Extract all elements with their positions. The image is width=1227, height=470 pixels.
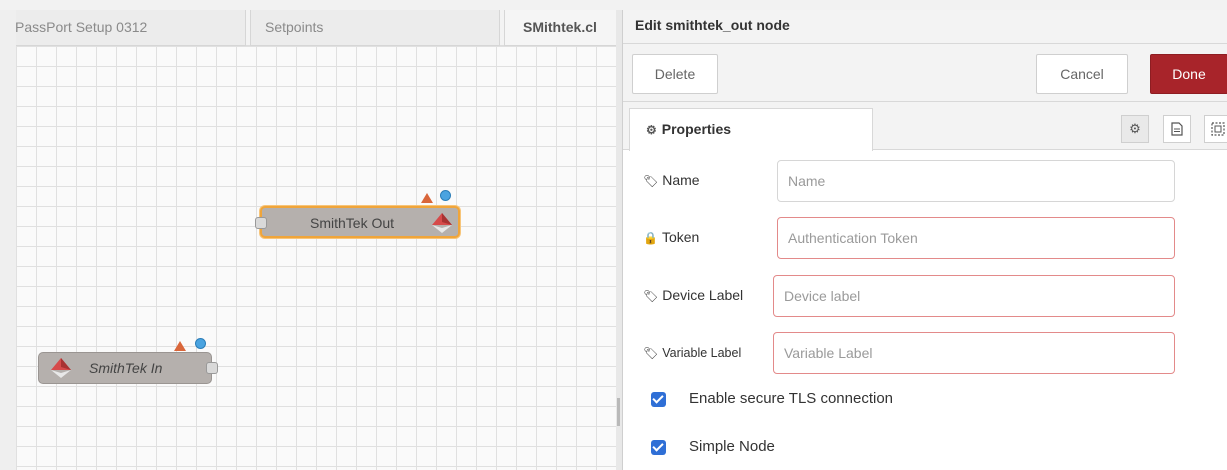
workspace-tab-setpoints[interactable]: Setpoints [250,10,500,46]
workspace-tab-bar: PassPort Setup 0312 Setpoints SMithtek.c… [16,10,616,46]
node-output-port[interactable] [206,362,218,374]
smithtek-logo-icon [51,358,71,378]
tab-properties[interactable]: ⚙ Properties [629,108,873,151]
workspace-tab-label: PassPort Setup 0312 [16,19,148,35]
tag-icon: 🏷 [643,174,659,188]
device-label-label: 🏷 Device Label [643,287,743,303]
token-label: 🔒 Token [643,229,699,245]
tls-checkbox[interactable] [651,392,666,407]
variable-label-row: 🏷 Variable Label [643,332,1203,376]
workspace-tab-label: Setpoints [265,19,324,35]
tray-title: Edit smithtek_out node [623,10,1227,44]
token-label-text: Token [661,229,700,245]
simple-node-checkbox[interactable] [651,440,666,455]
gear-icon: ⚙ [646,123,657,137]
left-edge-gutter [0,10,16,470]
node-label: SmithTek In [89,360,163,376]
gear-icon: ⚙ [1129,121,1141,136]
workspace-tab-smithtek[interactable]: SMithtek.cl [504,10,616,46]
token-input[interactable] [777,217,1175,259]
device-label-row: 🏷 Device Label [643,275,1203,319]
variable-label-input[interactable] [773,332,1175,374]
app-stage: PassPort Setup 0312 Setpoints SMithtek.c… [0,0,1227,470]
name-input[interactable] [777,160,1175,202]
warning-triangle-icon [174,341,186,351]
appearance-icon [1211,122,1225,136]
document-icon [1171,122,1183,136]
done-button[interactable]: Done [1150,54,1227,94]
splitter-handle[interactable] [617,398,620,426]
node-label: SmithTek Out [310,215,395,231]
tab-node-appearance[interactable] [1204,115,1227,143]
smithtek-logo-icon [432,213,452,233]
warning-triangle-icon [421,193,433,203]
name-label: 🏷 Name [643,172,700,188]
variable-label-text: Variable Label [662,346,742,360]
workspace-tab-passport-setup[interactable]: PassPort Setup 0312 [16,10,246,46]
device-label-input[interactable] [773,275,1175,317]
tab-node-settings[interactable]: ⚙ [1121,115,1149,143]
tag-icon: 🏷 [643,289,659,303]
token-row: 🔒 Token [643,217,1203,261]
lock-icon: 🔒 [643,231,658,245]
tab-node-description[interactable] [1163,115,1191,143]
changed-dot-icon [195,338,206,349]
changed-dot-icon [440,190,451,201]
node-input-port[interactable] [255,217,267,229]
node-edit-tray: Edit smithtek_out node Delete Cancel Don… [622,10,1227,470]
name-row: 🏷 Name [643,160,1203,204]
variable-label-label: 🏷 Variable Label [643,346,741,360]
tray-tab-bar: ⚙ Properties ⚙ [623,102,1227,151]
tray-toolbar: Delete Cancel Done [623,44,1227,102]
device-label-text: Device Label [662,287,744,303]
smithtek-out-node[interactable]: SmithTek Out [255,206,460,238]
simple-node-checkbox-label: Simple Node [689,438,775,455]
workspace-tab-label: SMithtek.cl [523,19,597,35]
flow-workspace[interactable]: PassPort Setup 0312 Setpoints SMithtek.c… [16,10,616,470]
cancel-button[interactable]: Cancel [1036,54,1128,94]
tab-properties-label: Properties [661,121,732,137]
delete-button[interactable]: Delete [632,54,718,94]
smithtek-in-node[interactable]: SmithTek In [38,352,218,384]
tls-checkbox-label: Enable secure TLS connection [689,390,894,407]
name-label-text: Name [662,172,700,188]
tag-icon: 🏷 [643,346,659,360]
